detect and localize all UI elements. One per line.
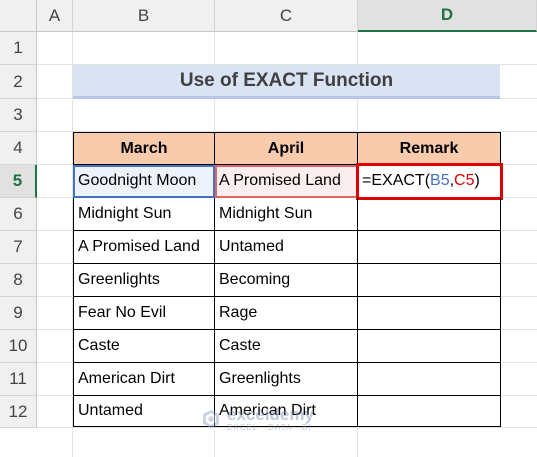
cell-d6[interactable] bbox=[358, 198, 501, 231]
row-header-8[interactable]: 8 bbox=[0, 264, 37, 297]
row-header-2[interactable]: 2 bbox=[0, 65, 37, 99]
cell-c10[interactable]: Caste bbox=[215, 330, 358, 363]
watermark: exceldemy EXCEL · DATA · BI bbox=[200, 406, 314, 432]
cell-b10[interactable]: Caste bbox=[73, 330, 215, 363]
column-header-d[interactable]: D bbox=[358, 0, 537, 32]
cell-d7[interactable] bbox=[358, 231, 501, 264]
exceldemy-logo-icon bbox=[203, 410, 219, 428]
cell-d12[interactable] bbox=[358, 396, 501, 427]
column-header-a[interactable]: A bbox=[37, 0, 73, 32]
cell-b7[interactable]: A Promised Land bbox=[73, 231, 215, 264]
cell-c9[interactable]: Rage bbox=[215, 297, 358, 330]
header-april[interactable]: April bbox=[215, 132, 358, 165]
cell-b11[interactable]: American Dirt bbox=[73, 363, 215, 396]
row-header-9[interactable]: 9 bbox=[0, 297, 37, 330]
cell-c11[interactable]: Greenlights bbox=[215, 363, 358, 396]
row-header-4[interactable]: 4 bbox=[0, 132, 37, 165]
active-cell-border bbox=[356, 163, 503, 200]
cell-d10[interactable] bbox=[358, 330, 501, 363]
cell-d8[interactable] bbox=[358, 264, 501, 297]
row-header-3[interactable]: 3 bbox=[0, 99, 37, 132]
cell-c6[interactable]: Midnight Sun bbox=[215, 198, 358, 231]
row-header-1[interactable]: 1 bbox=[0, 32, 37, 65]
header-march[interactable]: March bbox=[73, 132, 215, 165]
cell-c7[interactable]: Untamed bbox=[215, 231, 358, 264]
cell-c5[interactable]: A Promised Land bbox=[215, 165, 358, 198]
row-header-11[interactable]: 11 bbox=[0, 363, 37, 396]
row-header-10[interactable]: 10 bbox=[0, 330, 37, 363]
cell-b12[interactable]: Untamed bbox=[73, 396, 215, 427]
cell-b5[interactable]: Goodnight Moon bbox=[73, 165, 215, 198]
watermark-name: exceldemy bbox=[227, 405, 314, 424]
row-header-6[interactable]: 6 bbox=[0, 198, 37, 231]
cell-b6[interactable]: Midnight Sun bbox=[73, 198, 215, 231]
select-all-corner[interactable] bbox=[0, 0, 37, 32]
cell-c8[interactable]: Becoming bbox=[215, 264, 358, 297]
cell-b9[interactable]: Fear No Evil bbox=[73, 297, 215, 330]
cell-b8[interactable]: Greenlights bbox=[73, 264, 215, 297]
column-header-b[interactable]: B bbox=[73, 0, 215, 32]
column-header-c[interactable]: C bbox=[215, 0, 358, 32]
cell-d11[interactable] bbox=[358, 363, 501, 396]
cell-d9[interactable] bbox=[358, 297, 501, 330]
header-remark[interactable]: Remark bbox=[358, 132, 501, 165]
row-header-12[interactable]: 12 bbox=[0, 396, 37, 428]
sheet-title[interactable]: Use of EXACT Function bbox=[73, 65, 500, 99]
row-header-5[interactable]: 5 bbox=[0, 165, 37, 198]
watermark-tagline: EXCEL · DATA · BI bbox=[227, 423, 312, 432]
row-header-7[interactable]: 7 bbox=[0, 231, 37, 264]
